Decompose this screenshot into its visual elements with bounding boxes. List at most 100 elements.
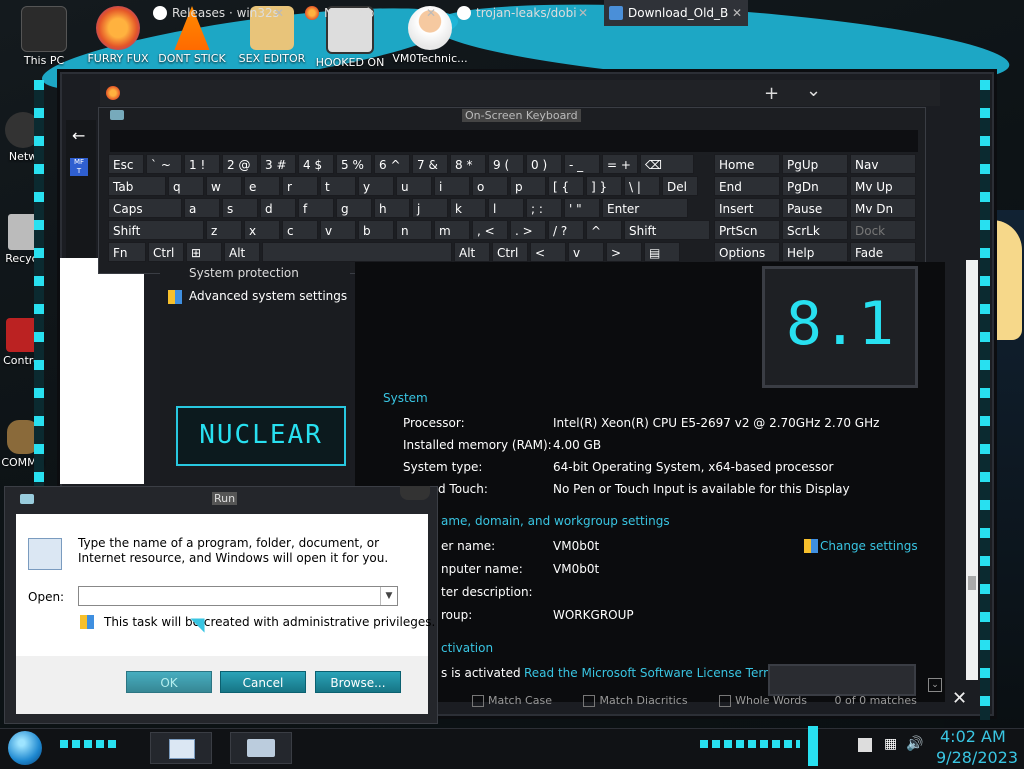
- osk-key[interactable]: ▤: [644, 242, 680, 262]
- osk-key[interactable]: Del: [662, 176, 698, 196]
- tab-list-dropdown[interactable]: ⌄: [806, 80, 821, 101]
- osk-key[interactable]: <: [530, 242, 566, 262]
- osk-nav-key[interactable]: Home: [714, 154, 780, 174]
- open-dropdown-arrow-icon[interactable]: ▼: [380, 587, 397, 605]
- tab-new-tab[interactable]: New Tab ✕: [300, 0, 442, 26]
- osk-key[interactable]: Fn: [108, 242, 146, 262]
- taskbar-item-run[interactable]: [150, 732, 212, 764]
- osk-key[interactable]: Enter: [602, 198, 688, 218]
- osk-key[interactable]: v: [568, 242, 604, 262]
- osk-nav-key[interactable]: Mv Dn: [850, 198, 916, 218]
- taskbar-date[interactable]: 9/28/2023: [936, 748, 1018, 767]
- osk-key[interactable]: \ |: [624, 176, 660, 196]
- osk-key[interactable]: x: [244, 220, 280, 240]
- osk-key[interactable]: 1 !: [184, 154, 220, 174]
- tab-close-icon[interactable]: ✕: [274, 0, 284, 26]
- osk-key[interactable]: 5 %: [336, 154, 372, 174]
- osk-nav-key[interactable]: ScrLk: [782, 220, 848, 240]
- osk-key[interactable]: 7 &: [412, 154, 448, 174]
- start-button[interactable]: [8, 731, 42, 765]
- open-input[interactable]: ▼: [78, 586, 398, 606]
- osk-nav-key[interactable]: Dock: [850, 220, 916, 240]
- tray-icon[interactable]: ▦: [884, 736, 897, 752]
- osk-key[interactable]: i: [434, 176, 470, 196]
- osk-key[interactable]: q: [168, 176, 204, 196]
- osk-nav-key[interactable]: Insert: [714, 198, 780, 218]
- osk-key[interactable]: b: [358, 220, 394, 240]
- osk-nav-key[interactable]: Nav: [850, 154, 916, 174]
- osk-key[interactable]: ⌫: [640, 154, 694, 174]
- match-diacritics-checkbox[interactable]: [583, 695, 596, 707]
- new-tab-button[interactable]: +: [764, 83, 779, 104]
- osk-key[interactable]: d: [260, 198, 296, 218]
- osk-nav-key[interactable]: PgUp: [782, 154, 848, 174]
- osk-key[interactable]: [ {: [548, 176, 584, 196]
- osk-key[interactable]: Alt: [224, 242, 260, 262]
- osk-key[interactable]: e: [244, 176, 280, 196]
- tab-trojan-leaks[interactable]: trojan-leaks/dobi ✕: [452, 0, 594, 26]
- osk-key[interactable]: o: [472, 176, 508, 196]
- tab-download-old-b[interactable]: Download_Old_B ✕: [604, 0, 748, 26]
- osk-key[interactable]: 8 *: [450, 154, 486, 174]
- link-advanced-system-settings[interactable]: Advanced system settings: [189, 289, 347, 303]
- ok-button[interactable]: OK: [126, 671, 212, 693]
- osk-key[interactable]: m: [434, 220, 470, 240]
- osk-key[interactable]: w: [206, 176, 242, 196]
- osk-key[interactable]: f: [298, 198, 334, 218]
- osk-key[interactable]: - _: [564, 154, 600, 174]
- osk-key[interactable]: 6 ^: [374, 154, 410, 174]
- osk-key[interactable]: , <: [472, 220, 508, 240]
- osk-key[interactable]: y: [358, 176, 394, 196]
- find-bar-close-icon[interactable]: ✕: [952, 688, 967, 709]
- osk-key[interactable]: l: [488, 198, 524, 218]
- back-arrow-icon[interactable]: ←: [72, 126, 85, 145]
- osk-key[interactable]: >: [606, 242, 642, 262]
- osk-key[interactable]: ' ": [564, 198, 600, 218]
- osk-key[interactable]: u: [396, 176, 432, 196]
- osk-key[interactable]: g: [336, 198, 372, 218]
- browse-button[interactable]: Browse...: [315, 671, 401, 693]
- taskbar-item-keyboard[interactable]: [230, 732, 292, 764]
- osk-key[interactable]: Caps: [108, 198, 182, 218]
- osk-key[interactable]: j: [412, 198, 448, 218]
- osk-key[interactable]: ] }: [586, 176, 622, 196]
- osk-key[interactable]: [262, 242, 452, 262]
- osk-key[interactable]: = +: [602, 154, 638, 174]
- whole-words-checkbox[interactable]: [719, 695, 732, 707]
- osk-nav-key[interactable]: Pause: [782, 198, 848, 218]
- osk-key[interactable]: p: [510, 176, 546, 196]
- volume-icon[interactable]: 🔊: [906, 736, 923, 752]
- osk-nav-key[interactable]: End: [714, 176, 780, 196]
- osk-key[interactable]: t: [320, 176, 356, 196]
- osk-nav-key[interactable]: Options: [714, 242, 780, 262]
- osk-key[interactable]: k: [450, 198, 486, 218]
- match-case-checkbox[interactable]: [472, 695, 484, 707]
- tab-releases[interactable]: Releases · win32s ✕: [148, 0, 290, 26]
- desktop-icon-furry-fux[interactable]: FURRY FUX: [78, 6, 158, 65]
- osk-key[interactable]: ^: [586, 220, 622, 240]
- taskbar-time[interactable]: 4:02 AM: [940, 727, 1006, 746]
- osk-key[interactable]: Ctrl: [148, 242, 184, 262]
- osk-key[interactable]: Esc: [108, 154, 144, 174]
- osk-key[interactable]: / ?: [548, 220, 584, 240]
- tab-close-icon[interactable]: ✕: [426, 0, 436, 26]
- osk-key[interactable]: s: [222, 198, 258, 218]
- osk-key[interactable]: Shift: [108, 220, 204, 240]
- osk-key[interactable]: z: [206, 220, 242, 240]
- change-settings-link[interactable]: Change settings: [820, 539, 918, 553]
- osk-key[interactable]: Shift: [624, 220, 710, 240]
- osk-key[interactable]: n: [396, 220, 432, 240]
- scrollbar-thumb[interactable]: [968, 576, 976, 590]
- osk-key[interactable]: Tab: [108, 176, 166, 196]
- osk-nav-key[interactable]: Mv Up: [850, 176, 916, 196]
- osk-nav-key[interactable]: Help: [782, 242, 848, 262]
- osk-key[interactable]: 3 #: [260, 154, 296, 174]
- osk-key[interactable]: r: [282, 176, 318, 196]
- osk-nav-key[interactable]: PgDn: [782, 176, 848, 196]
- osk-key[interactable]: Ctrl: [492, 242, 528, 262]
- osk-key[interactable]: 4 $: [298, 154, 334, 174]
- osk-key[interactable]: v: [320, 220, 356, 240]
- osk-nav-key[interactable]: PrtScn: [714, 220, 780, 240]
- osk-key[interactable]: 0 ): [526, 154, 562, 174]
- tab-close-icon[interactable]: ✕: [732, 0, 742, 26]
